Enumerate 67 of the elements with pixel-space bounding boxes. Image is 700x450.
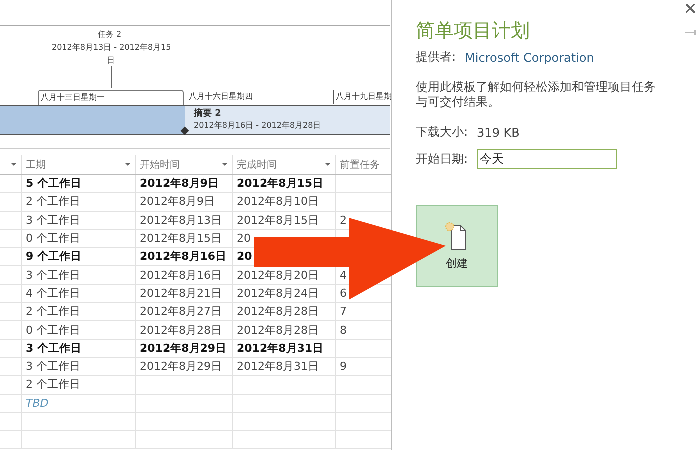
table-cell: 2012年8月16日 xyxy=(140,249,227,264)
task-dates: 日 xyxy=(107,55,115,66)
table-cell: 2012年8月21日 xyxy=(140,286,222,301)
table-cell: 2012年8月20日 xyxy=(237,268,319,283)
start-date-label: 开始日期: xyxy=(416,150,468,168)
table-cell: 2012年8月24日 xyxy=(237,286,319,301)
table-cell: 2012年8月10日 xyxy=(237,194,319,210)
start-date-field[interactable]: 今天 xyxy=(477,149,618,169)
date-scale-label: 八月十六日星期四 xyxy=(188,91,253,103)
table-cell: 2012年8月27日 xyxy=(140,304,222,320)
caret-icon[interactable] xyxy=(222,163,228,166)
table-cell: 2012年8月31日 xyxy=(237,340,324,356)
size-value: 319 KB xyxy=(477,126,520,140)
template-title: 简单项目计划 xyxy=(416,19,530,44)
table-cell: 2012年8月13日 xyxy=(140,212,222,228)
table-cell: 4 xyxy=(340,268,347,282)
provider-name: Microsoft Corporation xyxy=(465,50,594,64)
table-cell: 6 xyxy=(340,286,347,300)
close-icon[interactable] xyxy=(686,4,694,13)
table-cell: 2012年8月31日 xyxy=(237,359,319,374)
table-cell: 2012年8月28日 xyxy=(237,304,319,320)
table-cell: 2012年8月15日 xyxy=(237,176,324,192)
table-cell: 2012年8月9日 xyxy=(140,176,219,192)
table-cell: 2012年8月15日 xyxy=(140,231,222,246)
create-button[interactable]: 创建 xyxy=(416,205,498,287)
table-cell: 2012年8月15日 xyxy=(237,212,319,228)
table-cell: 8 xyxy=(340,324,347,337)
table-cell: 20 xyxy=(237,250,252,264)
provider-label: 提供者: xyxy=(416,49,456,66)
table-cell: 2012年8月28日 xyxy=(140,322,222,338)
table-cell: 4 个工作日 xyxy=(26,286,80,301)
leader-line xyxy=(111,66,112,88)
task-label: 任务 2 xyxy=(98,29,122,40)
table-cell: 2 xyxy=(340,214,347,227)
summary-label: 摘要 2 xyxy=(194,107,222,120)
table-cell: 2 个工作日 xyxy=(26,194,80,210)
table-cell: 3 个工作日 xyxy=(26,340,82,356)
table-cell: 2012年8月29日 xyxy=(140,359,222,374)
template-description: 使用此模板了解如何轻松添加和管理项目任务与可交付结果。 xyxy=(416,80,657,110)
table-cell: 0 个工作日 xyxy=(26,322,80,338)
caret-icon[interactable] xyxy=(325,163,331,166)
table-cell: 9 xyxy=(340,360,347,374)
table-cell: 2012年8月29日 xyxy=(140,340,227,356)
table-cell: 3 个工作日 xyxy=(26,212,80,228)
table-cell: 2 个工作日 xyxy=(26,377,80,392)
table-cell: 0 个工作日 xyxy=(26,231,80,246)
table-cell: 3 个工作日 xyxy=(26,268,80,283)
table-cell: 5 个工作日 xyxy=(26,176,82,192)
date-scale-label: 八月十九日星期 xyxy=(333,90,392,104)
table-cell: 9 个工作日 xyxy=(26,249,82,264)
table-cell: 2012年8月9日 xyxy=(140,194,215,210)
caret-icon[interactable] xyxy=(125,163,131,166)
task-dates: 2012年8月13日 - 2012年8月15 xyxy=(52,42,172,53)
table-cell: 2012年8月28日 xyxy=(237,322,319,338)
table-cell: 2012年8月16日 xyxy=(140,268,222,283)
table-cell: 2 个工作日 xyxy=(26,304,80,320)
table-cell: 3 个工作日 xyxy=(26,359,80,374)
column-header[interactable]: 前置任务 xyxy=(340,158,380,172)
summary-dates: 2012年8月16日 - 2012年8月28日 xyxy=(194,120,322,131)
column-header[interactable]: 工期 xyxy=(26,158,46,172)
table-cell: 20 xyxy=(237,232,251,246)
caret-icon[interactable] xyxy=(11,163,17,166)
column-header[interactable]: 开始时间 xyxy=(140,158,180,172)
table-cell: 7 xyxy=(340,305,347,318)
size-label: 下载大小: xyxy=(416,124,468,141)
table-cell: TBD xyxy=(26,396,49,410)
column-header[interactable]: 完成时间 xyxy=(237,158,277,172)
